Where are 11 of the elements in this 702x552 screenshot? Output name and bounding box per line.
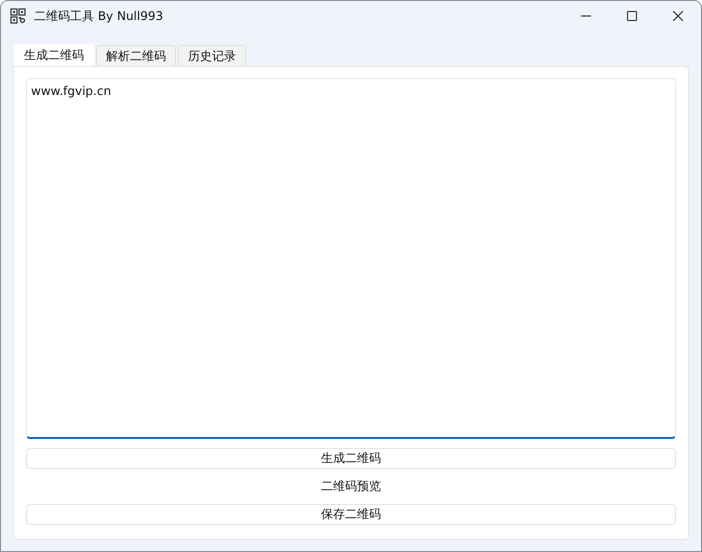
tab[interactable]: 历史记录 (178, 45, 246, 66)
tab[interactable]: 解析二维码 (96, 45, 176, 66)
text-input-field[interactable]: www.fgvip.cn (26, 78, 676, 439)
qr-code-icon (10, 8, 26, 24)
tab[interactable]: 生成二维码 (14, 44, 94, 66)
save-button[interactable]: 保存二维码 (26, 504, 676, 525)
maximize-icon (627, 11, 637, 21)
generate-button[interactable]: 生成二维码 (26, 448, 676, 469)
close-icon (673, 11, 683, 21)
window-title: 二维码工具 By Null993 (34, 8, 164, 24)
preview-label: 二维码预览 (321, 478, 381, 495)
